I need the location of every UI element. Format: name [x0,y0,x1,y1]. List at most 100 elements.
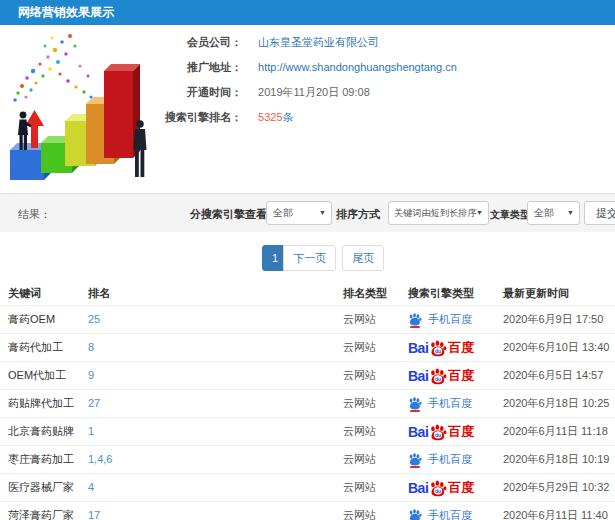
article-type-select[interactable]: 全部 ▼ [527,201,580,225]
keyword-cell: 北京膏药贴牌 [8,418,74,445]
col-rank: 排名 [88,281,110,305]
open-time-value: 2019年11月20日 09:08 [258,86,370,98]
info-row-url: 推广地址： http://www.shandonghuangshengtang.… [147,60,457,74]
updated-cell: 2020年6月5日 14:57 [503,362,603,389]
bar-chart-illustration [0,26,175,188]
engine-view-select[interactable]: 全部 ▼ [266,201,332,225]
baidu-logo-cn: 百度 [448,479,474,497]
info-row-rank-count: 搜索引擎排名： 5325条 [147,110,294,124]
engine-label: 手机百度 [428,508,472,520]
rank-type-cell: 云网站 [343,306,376,333]
rank-type-cell: 云网站 [343,474,376,501]
keyword-cell: 菏泽膏药厂家 [8,502,74,520]
engine-cell: 手机百度 [408,502,472,520]
info-row-open-time: 开通时间： 2019年11月20日 09:08 [147,85,370,99]
page-title: 网络营销效果展示 [0,0,615,25]
submit-button[interactable]: 提交 [584,201,615,225]
keyword-cell: 膏药代加工 [8,334,63,361]
table-row: 菏泽膏药厂家17云网站手机百度2020年6月11日 11:40 [0,501,615,520]
page-button[interactable]: 下一页 [283,245,336,271]
baidu-logo-cn: 百度 [448,339,474,357]
updated-cell: 2020年6月9日 17:50 [503,306,603,333]
title-bar: 网络营销效果展示 [0,0,615,25]
table-row: 膏药OEM 25 云网站 手机百度 2020年6月9日 17:50 [0,305,615,333]
engine-cell: Bai du 百度 [408,474,474,501]
filter-bar: 结果： 分搜索引擎查看 全部 ▼ 排序方式 关键词由短到长排序 ▼ 文章类型 全… [0,193,615,232]
updated-cell: 2020年6月11日 11:40 [503,502,608,520]
keyword-cell: 枣庄膏药加工 [8,446,74,473]
engine-cell: Bai du 百度 [408,418,474,445]
rank-cell[interactable]: 8 [88,334,94,361]
rank-count-value: 5325条 [258,111,293,123]
marketing-report-page: 网络营销效果展示 [0,0,615,520]
engine-cell: 手机百度 [408,306,472,333]
table-row: 膏药代加工8云网站Baidu百度2020年6月10日 13:40 [0,333,615,361]
engine-cell: Bai du 百度 [408,362,474,389]
rank-cell[interactable]: 1,4,6 [88,446,112,473]
table-row: OEM代加工 9 云网站 Bai du 百度 2020年6月5日 14:57 [0,361,615,389]
page-button[interactable]: 尾页 [342,245,384,271]
chevron-down-icon: ▼ [319,202,326,224]
engine-cell: Bai du 百度 [408,334,474,361]
rank-type-cell: 云网站 [343,418,376,445]
updated-cell: 2020年6月18日 10:19 [503,446,609,473]
rank-cell[interactable]: 27 [88,390,100,417]
baidu-logo-bai: Bai [408,424,428,440]
chevron-down-icon: ▼ [567,202,574,224]
result-label: 结果： [18,207,51,222]
baidu-paw-icon: du [429,367,447,385]
company-label: 会员公司： [147,35,242,49]
rank-cell[interactable]: 25 [88,306,100,333]
baidu-logo-bai: Bai [408,480,428,496]
company-link[interactable]: 山东皇圣堂药业有限公司 [258,36,379,48]
col-updated: 最新更新时间 [503,281,569,305]
keyword-cell: OEM代加工 [8,362,66,389]
svg-text:du: du [435,432,441,437]
rank-type-cell: 云网站 [343,390,376,417]
col-rank-type: 排名类型 [343,281,387,305]
svg-text:du: du [435,488,441,493]
baidu-logo-bai: Bai [408,340,428,356]
pagination: 1下一页尾页 [262,245,384,271]
baidu-paw-icon: du [429,479,447,497]
keyword-cell: 医疗器械厂家 [8,474,74,501]
baidu-logo-bai: Bai [408,368,428,384]
table-row: 北京膏药贴牌 1 云网站 Bai du 百度 2020年6月11日 11:18 [0,417,615,445]
engine-cell: 手机百度 [408,390,472,417]
baidu-logo-cn: 百度 [448,423,474,441]
updated-cell: 2020年6月11日 11:18 [503,418,608,445]
rank-cell[interactable]: 17 [88,502,100,520]
rank-type-cell: 云网站 [343,446,376,473]
open-time-label: 开通时间： [147,85,242,99]
svg-text:du: du [435,376,441,381]
svg-text:du: du [435,348,441,353]
rank-count-label: 搜索引擎排名： [147,110,242,124]
confetti-dots [13,34,98,103]
promo-url-label: 推广地址： [147,60,242,74]
table-row: 枣庄膏药加工 1,4,6 云网站 手机百度 2020年6月18日 10:19 [0,445,615,473]
article-type-label: 文章类型 [490,208,530,222]
mobile-baidu-icon [408,312,422,328]
baidu-paw-icon: du [429,339,447,357]
chevron-down-icon: ▼ [476,202,483,224]
engine-label: 手机百度 [428,396,472,411]
baidu-paw-icon: du [429,423,447,441]
mobile-baidu-icon [408,508,422,520]
sort-select[interactable]: 关键词由短到长排序 ▼ [388,201,489,225]
rank-type-cell: 云网站 [343,334,376,361]
sort-label: 排序方式 [336,207,380,222]
rank-type-cell: 云网站 [343,362,376,389]
mobile-baidu-icon [408,396,422,412]
promo-url-link[interactable]: http://www.shandonghuangshengtang.cn [258,61,457,73]
rank-cell[interactable]: 9 [88,362,94,389]
info-row-company: 会员公司： 山东皇圣堂药业有限公司 [147,35,379,49]
growth-arrow [25,110,44,148]
engine-view-label: 分搜索引擎查看 [190,207,267,222]
rank-cell[interactable]: 1 [88,418,94,445]
table-row: 医疗器械厂家 4 云网站 Bai du 百度 2020年5月29日 10:32 [0,473,615,501]
updated-cell: 2020年5月29日 10:32 [503,474,609,501]
engine-cell: 手机百度 [408,446,472,473]
rank-cell[interactable]: 4 [88,474,94,501]
baidu-logo-cn: 百度 [448,367,474,385]
keyword-cell: 膏药OEM [8,306,55,333]
